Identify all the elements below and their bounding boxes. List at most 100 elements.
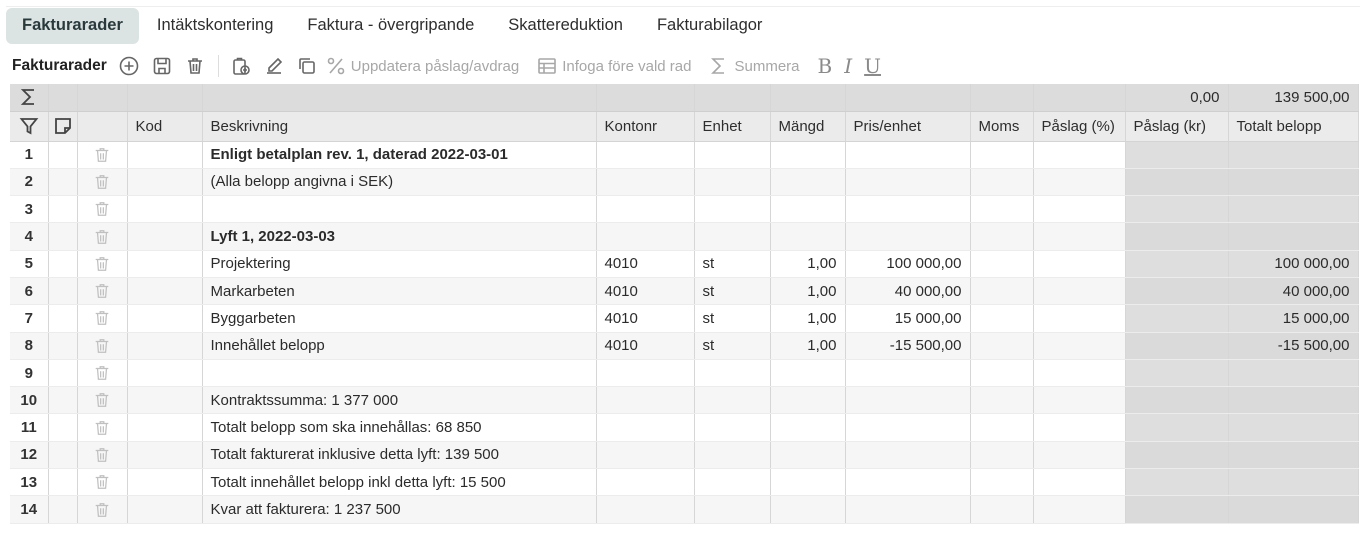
code-cell[interactable] [127, 441, 203, 470]
markup-pct-cell[interactable] [1033, 413, 1126, 442]
row-delete-icon[interactable] [77, 441, 128, 470]
account-cell[interactable] [596, 441, 695, 470]
tab-skattereduktion[interactable]: Skattereduktion [492, 8, 639, 44]
markup-pct-cell[interactable] [1033, 386, 1126, 415]
table-row[interactable]: 2 (Alla belopp angivna i SEK) [10, 168, 1359, 197]
account-cell[interactable]: 4010 [596, 332, 695, 360]
unit-price-cell[interactable] [845, 141, 971, 169]
row-note-cell[interactable] [48, 222, 78, 251]
unit-cell[interactable] [694, 168, 771, 197]
description-cell[interactable]: Totalt fakturerat inklusive detta lyft: … [202, 441, 597, 470]
markup-pct-cell[interactable] [1033, 495, 1126, 524]
account-cell[interactable] [596, 195, 695, 224]
row-delete-icon[interactable] [77, 304, 128, 333]
markup-pct-cell[interactable] [1033, 222, 1126, 251]
table-row[interactable]: 13 Totalt innehållet belopp inkl detta ly… [10, 468, 1359, 497]
unit-price-cell[interactable] [845, 168, 971, 197]
markup-pct-cell[interactable] [1033, 277, 1126, 306]
unit-price-cell[interactable] [845, 441, 971, 470]
account-cell[interactable] [596, 495, 695, 524]
column-header-kontonr[interactable]: Kontonr [596, 111, 695, 142]
description-cell[interactable]: Totalt innehållet belopp inkl detta lyft… [202, 468, 597, 497]
unit-price-cell[interactable] [845, 195, 971, 224]
quantity-cell[interactable] [770, 386, 846, 415]
quantity-cell[interactable] [770, 168, 846, 197]
markup-pct-cell[interactable] [1033, 332, 1126, 360]
code-cell[interactable] [127, 386, 203, 415]
code-cell[interactable] [127, 222, 203, 251]
row-delete-icon[interactable] [77, 250, 128, 278]
unit-price-cell[interactable] [845, 495, 971, 524]
tab-fakturarader[interactable]: Fakturarader [6, 7, 139, 44]
quantity-cell[interactable] [770, 222, 846, 251]
table-row[interactable]: 11 Totalt belopp som ska innehållas: 68 8… [10, 413, 1359, 442]
tab-faktura-overgripande[interactable]: Faktura - övergripande [291, 8, 490, 44]
row-note-cell[interactable] [48, 359, 78, 388]
row-delete-icon[interactable] [77, 195, 128, 224]
row-delete-icon[interactable] [77, 168, 128, 197]
vat-cell[interactable] [970, 495, 1034, 524]
quantity-cell[interactable] [770, 195, 846, 224]
markup-pct-cell[interactable] [1033, 468, 1126, 497]
code-cell[interactable] [127, 304, 203, 333]
description-cell[interactable]: Lyft 1, 2022-03-03 [202, 222, 597, 251]
row-note-cell[interactable] [48, 168, 78, 197]
vat-cell[interactable] [970, 168, 1034, 197]
code-cell[interactable] [127, 495, 203, 524]
unit-cell[interactable]: st [694, 250, 771, 278]
add-row-icon[interactable] [115, 52, 143, 80]
code-cell[interactable] [127, 141, 203, 169]
vat-cell[interactable] [970, 359, 1034, 388]
code-cell[interactable] [127, 250, 203, 278]
table-row[interactable]: 12 Totalt fakturerat inklusive detta lyft… [10, 441, 1359, 470]
quantity-cell[interactable] [770, 495, 846, 524]
code-cell[interactable] [127, 168, 203, 197]
column-header-mangd[interactable]: Mängd [770, 111, 846, 142]
column-header-moms[interactable]: Moms [970, 111, 1034, 142]
tab-intaktskontering[interactable]: Intäktskontering [141, 8, 289, 44]
table-row[interactable]: 9 [10, 359, 1359, 388]
row-note-cell[interactable] [48, 332, 78, 360]
markup-pct-cell[interactable] [1033, 195, 1126, 224]
quantity-cell[interactable] [770, 413, 846, 442]
vat-cell[interactable] [970, 441, 1034, 470]
row-note-cell[interactable] [48, 250, 78, 278]
account-cell[interactable] [596, 359, 695, 388]
row-delete-icon[interactable] [77, 495, 128, 524]
bold-button[interactable]: B [818, 54, 833, 78]
row-delete-icon[interactable] [77, 222, 128, 251]
code-cell[interactable] [127, 277, 203, 306]
markup-pct-cell[interactable] [1033, 141, 1126, 169]
vat-cell[interactable] [970, 250, 1034, 278]
row-delete-icon[interactable] [77, 413, 128, 442]
code-cell[interactable] [127, 413, 203, 442]
quantity-cell[interactable]: 1,00 [770, 250, 846, 278]
unit-cell[interactable] [694, 195, 771, 224]
unit-cell[interactable]: st [694, 277, 771, 306]
row-delete-icon[interactable] [77, 359, 128, 388]
note-icon[interactable] [48, 111, 78, 142]
unit-cell[interactable] [694, 468, 771, 497]
account-cell[interactable]: 4010 [596, 304, 695, 333]
quantity-cell[interactable] [770, 359, 846, 388]
vat-cell[interactable] [970, 304, 1034, 333]
vat-cell[interactable] [970, 141, 1034, 169]
unit-cell[interactable] [694, 495, 771, 524]
row-note-cell[interactable] [48, 495, 78, 524]
edit-icon[interactable] [260, 52, 288, 80]
account-cell[interactable] [596, 141, 695, 169]
account-cell[interactable] [596, 468, 695, 497]
markup-pct-cell[interactable] [1033, 359, 1126, 388]
table-row[interactable]: 10 Kontraktssumma: 1 377 000 [10, 386, 1359, 415]
unit-cell[interactable] [694, 222, 771, 251]
unit-price-cell[interactable] [845, 386, 971, 415]
unit-price-cell[interactable]: 15 000,00 [845, 304, 971, 333]
description-cell[interactable]: Totalt belopp som ska innehållas: 68 850 [202, 413, 597, 442]
table-row[interactable]: 3 [10, 195, 1359, 224]
markup-pct-cell[interactable] [1033, 304, 1126, 333]
row-delete-icon[interactable] [77, 386, 128, 415]
paste-icon[interactable] [227, 52, 255, 80]
markup-pct-cell[interactable] [1033, 168, 1126, 197]
vat-cell[interactable] [970, 413, 1034, 442]
markup-pct-cell[interactable] [1033, 441, 1126, 470]
